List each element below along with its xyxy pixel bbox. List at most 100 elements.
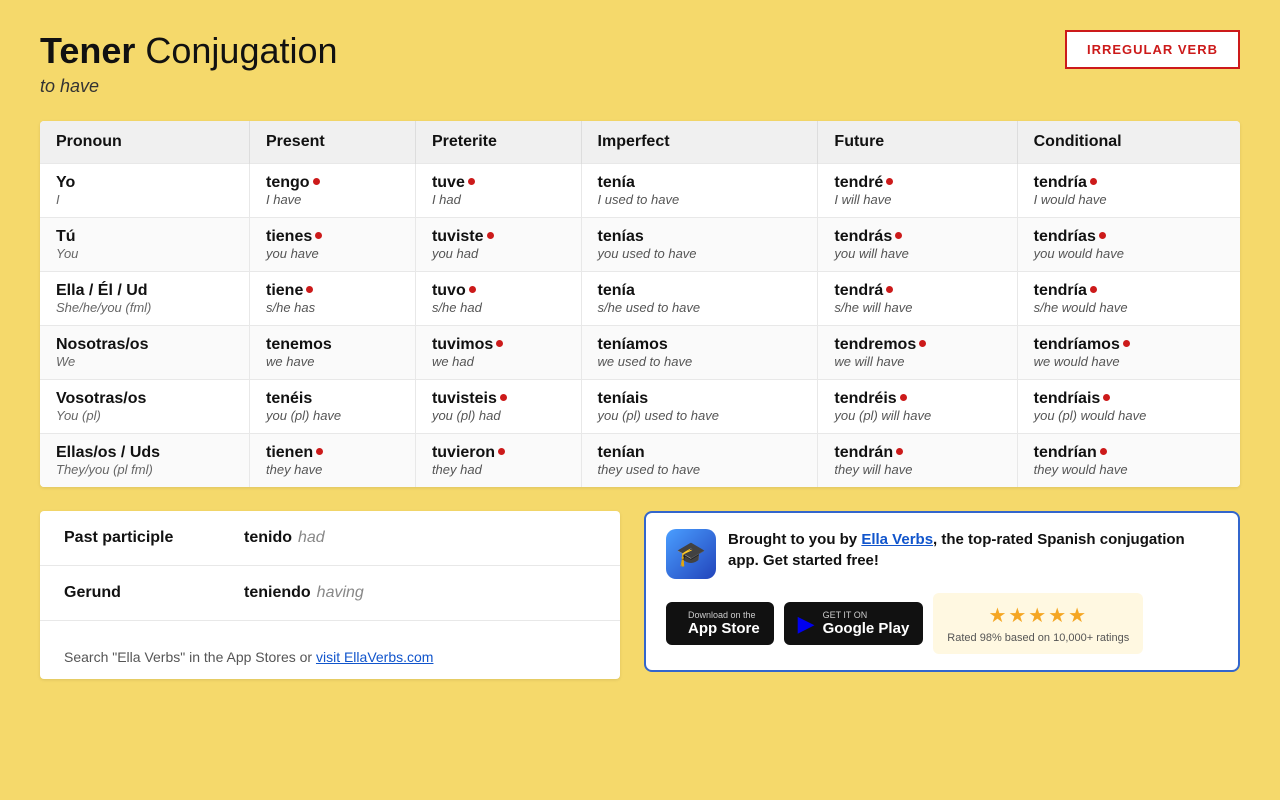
- col-pronoun: Pronoun: [40, 121, 250, 164]
- irregular-dot: [496, 340, 503, 347]
- gerund-value: teniendohaving: [244, 584, 364, 602]
- irregular-badge: IRREGULAR VERB: [1065, 30, 1240, 69]
- imperfect-cell-4: teníaisyou (pl) used to have: [581, 380, 818, 434]
- table-row: YoItengoI havetuveI hadteníaI used to ha…: [40, 164, 1240, 218]
- conditional-cell-3: tendríamoswe would have: [1017, 326, 1240, 380]
- col-future: Future: [818, 121, 1017, 164]
- preterite-cell-1: tuvisteyou had: [415, 218, 581, 272]
- irregular-dot: [313, 178, 320, 185]
- present-cell-5: tienenthey have: [250, 434, 416, 488]
- irregular-dot: [895, 232, 902, 239]
- gerund-row: Gerund teniendohaving: [40, 566, 620, 621]
- conditional-cell-2: tendrías/he would have: [1017, 272, 1240, 326]
- irregular-dot: [315, 232, 322, 239]
- present-cell-2: tienes/he has: [250, 272, 416, 326]
- pronoun-cell-4: Vosotras/osYou (pl): [40, 380, 250, 434]
- rating-stars: ★★★★★: [988, 603, 1088, 628]
- irregular-dot: [306, 286, 313, 293]
- promo-buttons: Download on the App Store ▶ GET IT ON Go…: [666, 593, 1218, 654]
- irregular-dot: [498, 448, 505, 455]
- col-preterite: Preterite: [415, 121, 581, 164]
- google-play-button[interactable]: ▶ GET IT ON Google Play: [784, 602, 924, 645]
- past-participle-row: Past participle tenidohad: [40, 511, 620, 566]
- google-play-icon: ▶: [798, 611, 815, 637]
- present-cell-0: tengoI have: [250, 164, 416, 218]
- table-row: Ellas/os / UdsThey/you (pl fml)tienenthe…: [40, 434, 1240, 488]
- imperfect-cell-5: teníanthey used to have: [581, 434, 818, 488]
- verb-translation: to have: [40, 76, 338, 97]
- rating-text: Rated 98% based on 10,000+ ratings: [947, 632, 1129, 644]
- participle-table: Past participle tenidohad Gerund teniend…: [40, 511, 620, 679]
- preterite-cell-3: tuvimoswe had: [415, 326, 581, 380]
- conjugation-table: Pronoun Present Preterite Imperfect Futu…: [40, 121, 1240, 487]
- rating-box: ★★★★★ Rated 98% based on 10,000+ ratings: [933, 593, 1143, 654]
- irregular-dot: [919, 340, 926, 347]
- app-store-button[interactable]: Download on the App Store: [666, 602, 774, 645]
- irregular-dot: [1090, 286, 1097, 293]
- search-line-wrapper: Search "Ella Verbs" in the App Stores or…: [40, 621, 620, 679]
- preterite-cell-0: tuveI had: [415, 164, 581, 218]
- table-row: Nosotras/osWetenemoswe havetuvimoswe had…: [40, 326, 1240, 380]
- irregular-dot: [1099, 232, 1106, 239]
- future-cell-2: tendrás/he will have: [818, 272, 1017, 326]
- title-block: Tener Conjugation to have: [40, 30, 338, 97]
- gerund-label: Gerund: [64, 584, 244, 602]
- table-row: Vosotras/osYou (pl)tenéisyou (pl) havetu…: [40, 380, 1240, 434]
- present-cell-3: tenemoswe have: [250, 326, 416, 380]
- pronoun-cell-5: Ellas/os / UdsThey/you (pl fml): [40, 434, 250, 488]
- col-imperfect: Imperfect: [581, 121, 818, 164]
- irregular-dot: [886, 178, 893, 185]
- irregular-dot: [469, 286, 476, 293]
- table-row: TúYoutienesyou havetuvisteyou hadteníasy…: [40, 218, 1240, 272]
- pronoun-cell-1: TúYou: [40, 218, 250, 272]
- conditional-cell-5: tendríanthey would have: [1017, 434, 1240, 488]
- irregular-dot: [316, 448, 323, 455]
- verb-name: Tener: [40, 30, 135, 71]
- imperfect-cell-0: teníaI used to have: [581, 164, 818, 218]
- preterite-cell-2: tuvos/he had: [415, 272, 581, 326]
- future-cell-4: tendréisyou (pl) will have: [818, 380, 1017, 434]
- pronoun-cell-2: Ella / Él / UdShe/he/you (fml): [40, 272, 250, 326]
- present-cell-1: tienesyou have: [250, 218, 416, 272]
- irregular-dot: [1103, 394, 1110, 401]
- ella-verbs-promo-link[interactable]: Ella Verbs: [861, 531, 933, 548]
- promo-top: 🎓 Brought to you by Ella Verbs, the top-…: [666, 529, 1218, 579]
- title-rest: Conjugation: [135, 30, 337, 71]
- future-cell-1: tendrásyou will have: [818, 218, 1017, 272]
- present-cell-4: tenéisyou (pl) have: [250, 380, 416, 434]
- conditional-cell-4: tendríaisyou (pl) would have: [1017, 380, 1240, 434]
- app-icon: 🎓: [666, 529, 716, 579]
- future-cell-5: tendránthey will have: [818, 434, 1017, 488]
- conditional-cell-0: tendríaI would have: [1017, 164, 1240, 218]
- ella-verbs-link[interactable]: visit EllaVerbs.com: [316, 649, 433, 665]
- page-title: Tener Conjugation: [40, 30, 338, 72]
- preterite-cell-5: tuvieronthey had: [415, 434, 581, 488]
- past-participle-value: tenidohad: [244, 529, 325, 547]
- irregular-dot: [896, 448, 903, 455]
- table-row: Ella / Él / UdShe/he/you (fml)tienes/he …: [40, 272, 1240, 326]
- preterite-cell-4: tuvisteisyou (pl) had: [415, 380, 581, 434]
- irregular-dot: [900, 394, 907, 401]
- future-cell-3: tendremoswe will have: [818, 326, 1017, 380]
- irregular-dot: [886, 286, 893, 293]
- future-cell-0: tendréI will have: [818, 164, 1017, 218]
- page-header: Tener Conjugation to have IRREGULAR VERB: [40, 30, 1240, 97]
- conditional-cell-1: tendríasyou would have: [1017, 218, 1240, 272]
- imperfect-cell-2: tenías/he used to have: [581, 272, 818, 326]
- pronoun-cell-0: YoI: [40, 164, 250, 218]
- appstore-text: Download on the App Store: [688, 610, 760, 637]
- imperfect-cell-1: teníasyou used to have: [581, 218, 818, 272]
- promo-text: Brought to you by Ella Verbs, the top-ra…: [728, 529, 1218, 571]
- irregular-dot: [487, 232, 494, 239]
- googleplay-text: GET IT ON Google Play: [823, 610, 910, 637]
- irregular-dot: [500, 394, 507, 401]
- col-present: Present: [250, 121, 416, 164]
- pronoun-cell-3: Nosotras/osWe: [40, 326, 250, 380]
- irregular-dot: [1123, 340, 1130, 347]
- past-participle-label: Past participle: [64, 529, 244, 547]
- col-conditional: Conditional: [1017, 121, 1240, 164]
- bottom-section: Past participle tenidohad Gerund teniend…: [40, 511, 1240, 679]
- search-line: Search "Ella Verbs" in the App Stores or…: [64, 649, 596, 665]
- irregular-dot: [1100, 448, 1107, 455]
- app-promo: 🎓 Brought to you by Ella Verbs, the top-…: [644, 511, 1240, 672]
